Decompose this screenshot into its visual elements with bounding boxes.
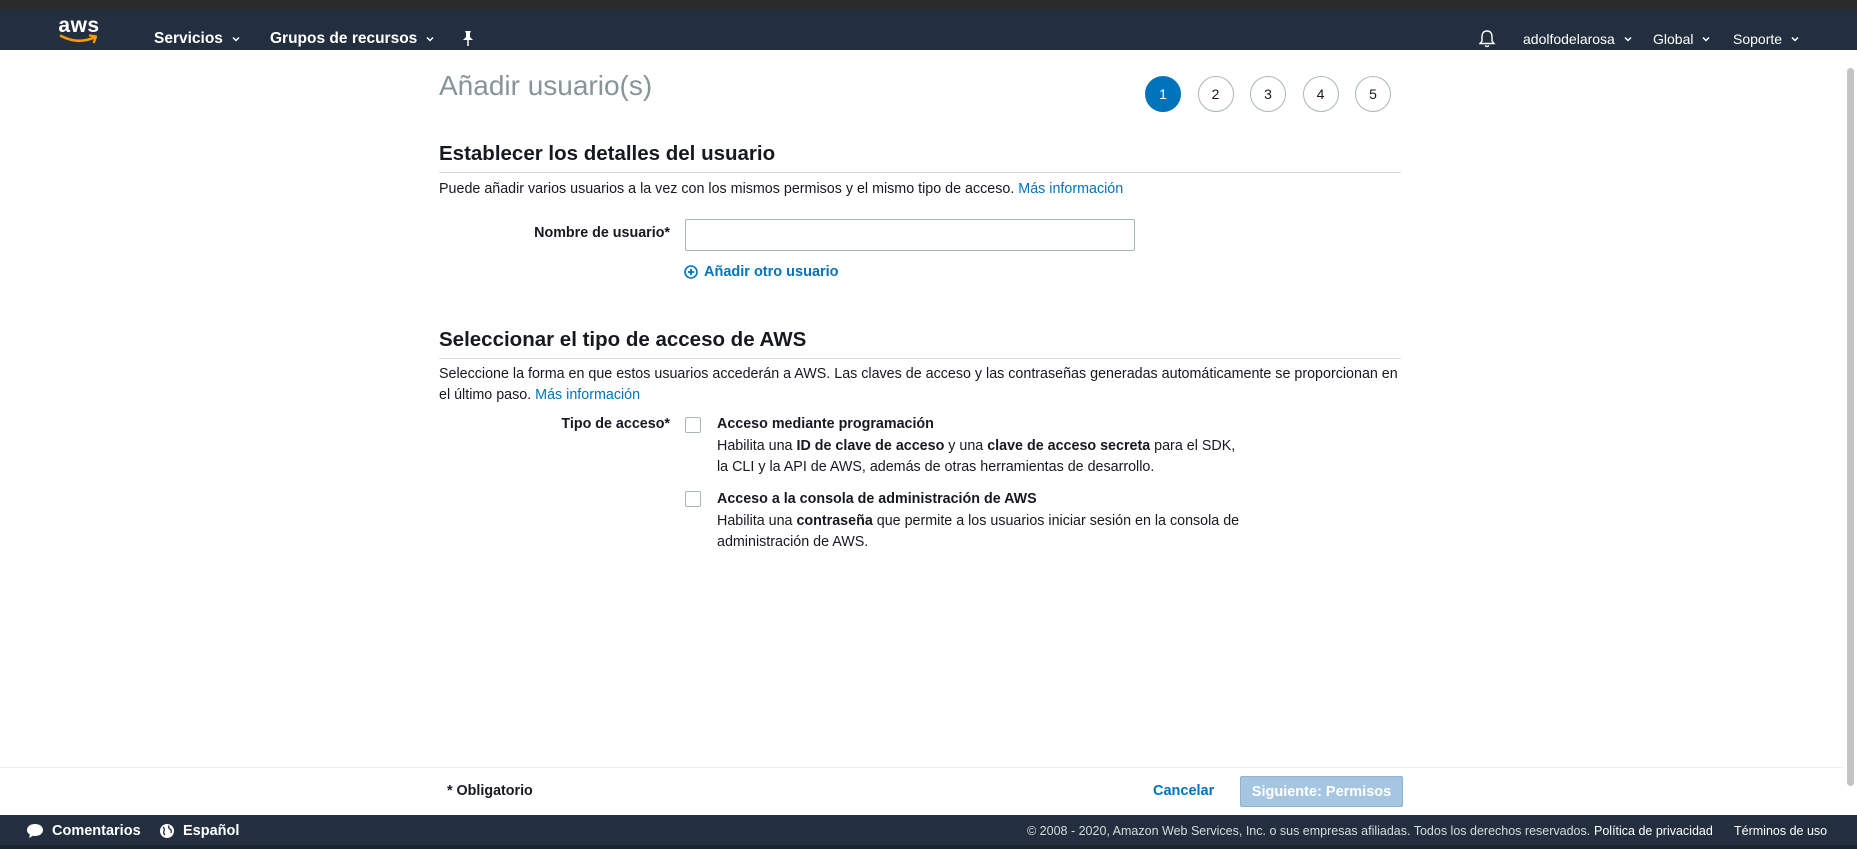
programmatic-access-checkbox[interactable] — [685, 417, 701, 433]
speech-bubble-icon — [27, 824, 43, 838]
language-label: Español — [183, 823, 240, 839]
user-details-description: Puede añadir varios usuarios a la vez co… — [439, 179, 1401, 200]
chevron-down-icon — [1791, 36, 1799, 42]
desc-bold: ID de clave de acceso — [796, 438, 945, 454]
programmatic-access-title: Acceso mediante programación — [717, 416, 934, 432]
console-access-checkbox[interactable] — [685, 491, 701, 507]
user-details-description-text: Puede añadir varios usuarios a la vez co… — [439, 181, 1015, 197]
aws-logo-text: aws — [58, 14, 100, 37]
add-circle-icon — [684, 265, 698, 279]
account-menu-label: adolfodelarosa — [1523, 30, 1615, 47]
chevron-down-icon — [1702, 36, 1710, 42]
username-label: Nombre de usuario* — [534, 225, 670, 241]
access-type-description: Seleccione la forma en que estos usuario… — [439, 364, 1401, 406]
required-note: * Obligatorio — [447, 783, 533, 799]
console-access-description: Habilita una contraseña que permite a lo… — [717, 511, 1247, 553]
region-menu[interactable]: Global — [1653, 18, 1710, 59]
notifications-bell-icon[interactable] — [1478, 29, 1496, 49]
region-menu-label: Global — [1653, 30, 1694, 47]
desc-text: Habilita una — [717, 438, 797, 454]
support-menu-label: Soporte — [1733, 30, 1783, 47]
resource-groups-menu[interactable]: Grupos de recursos — [270, 18, 434, 59]
username-input[interactable] — [685, 219, 1135, 251]
account-menu[interactable]: adolfodelarosa — [1523, 18, 1632, 59]
chevron-down-icon — [232, 36, 240, 42]
programmatic-access-description: Habilita una ID de clave de acceso y una… — [717, 436, 1247, 478]
chevron-down-icon — [1624, 36, 1632, 42]
add-another-user-label: Añadir otro usuario — [704, 264, 839, 280]
wizard-step-2[interactable]: 2 — [1197, 76, 1234, 112]
feedback-label: Comentarios — [52, 823, 141, 839]
globe-icon — [160, 824, 174, 838]
user-details-heading: Establecer los detalles del usuario — [439, 142, 1401, 173]
access-type-label: Tipo de acceso* — [561, 416, 670, 432]
access-type-heading: Seleccionar el tipo de acceso de AWS — [439, 328, 1401, 359]
wizard-footer — [0, 767, 1843, 815]
desc-text: y una — [944, 438, 988, 454]
desc-bold: contraseña — [796, 513, 873, 529]
desc-text: Habilita una — [717, 513, 797, 529]
copyright-text: © 2008 - 2020, Amazon Web Services, Inc.… — [1027, 824, 1591, 838]
add-another-user-button[interactable]: Añadir otro usuario — [684, 264, 839, 280]
support-menu[interactable]: Soporte — [1733, 18, 1799, 59]
console-access-title: Acceso a la consola de administración de… — [717, 491, 1037, 507]
desc-bold: clave de acceso secreta — [987, 438, 1151, 454]
wizard-step-3[interactable]: 3 — [1250, 76, 1286, 112]
feedback-button[interactable]: Comentarios — [26, 823, 141, 839]
services-menu-label: Servicios — [154, 29, 223, 47]
wizard-step-4[interactable]: 4 — [1302, 76, 1339, 112]
cancel-button[interactable]: Cancelar — [1153, 783, 1214, 799]
next-permissions-button[interactable]: Siguiente: Permisos — [1240, 776, 1403, 807]
wizard-steps: 1 2 3 4 5 — [1145, 76, 1408, 112]
page-title: Añadir usuario(s) — [439, 70, 653, 101]
wizard-step-1[interactable]: 1 — [1145, 76, 1181, 112]
pin-icon[interactable] — [460, 30, 476, 48]
top-navigation-bar: aws Servicios Grupos de recursos adolfod… — [0, 0, 1857, 50]
resource-groups-menu-label: Grupos de recursos — [270, 29, 418, 47]
scrollbar-thumb[interactable] — [1847, 68, 1854, 786]
aws-logo[interactable]: aws — [58, 14, 100, 46]
console-footer: Comentarios Español © 2008 - 2020, Amazo… — [0, 815, 1857, 849]
services-menu[interactable]: Servicios — [154, 18, 240, 59]
more-info-link[interactable]: Más información — [535, 387, 640, 403]
window-bottom-edge — [0, 845, 1857, 849]
privacy-policy-link[interactable]: Política de privacidad — [1594, 824, 1713, 838]
more-info-link[interactable]: Más información — [1018, 181, 1123, 197]
wizard-step-5[interactable]: 5 — [1355, 76, 1391, 112]
language-selector[interactable]: Español — [159, 823, 239, 839]
terms-of-use-link[interactable]: Términos de uso — [1734, 824, 1827, 838]
chevron-down-icon — [426, 36, 434, 42]
